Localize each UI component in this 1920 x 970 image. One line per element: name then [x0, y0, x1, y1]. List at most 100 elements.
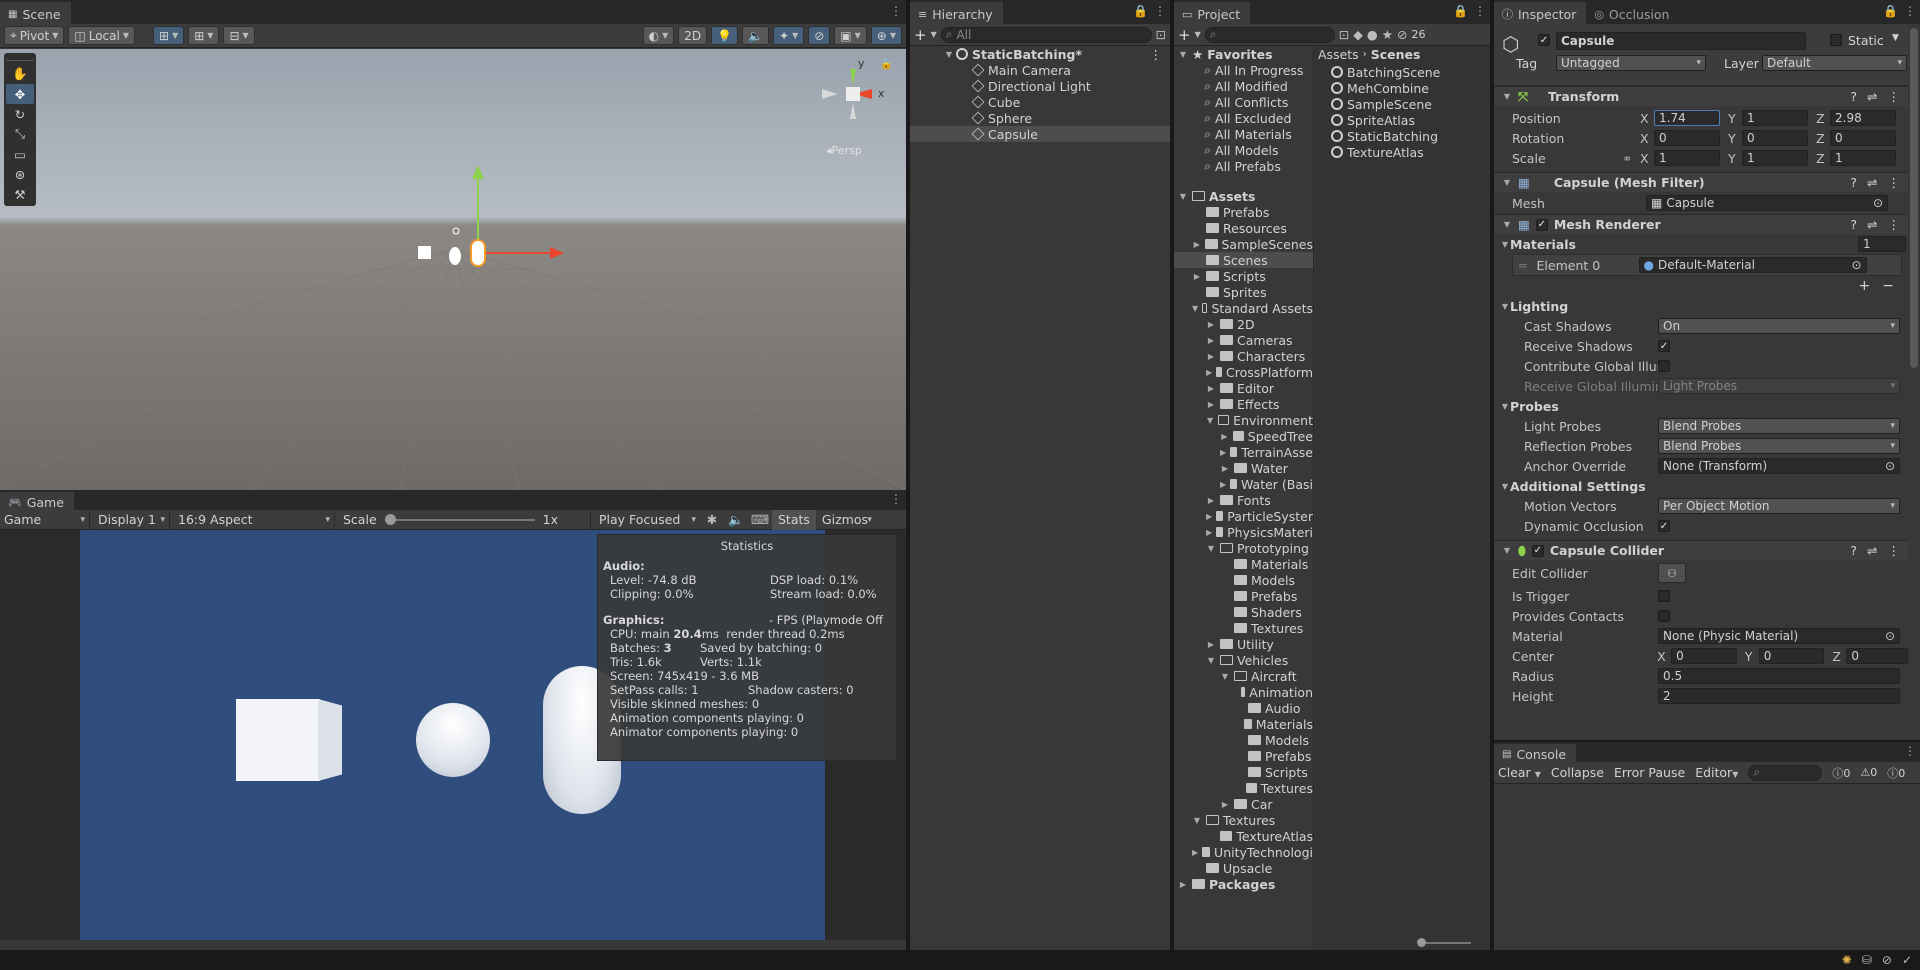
assets-root[interactable]: ▼ Assets [1174, 188, 1313, 204]
project-folder-item[interactable]: Prefabs [1174, 204, 1313, 220]
scale-slider[interactable] [384, 513, 535, 525]
toggle-2d[interactable]: 2D [678, 26, 708, 45]
materials-count-field[interactable]: 1 [1858, 236, 1906, 252]
project-folder-item[interactable]: ▶ ParticleSyster [1174, 508, 1313, 524]
search-by-type-icon[interactable]: ⊡ [1339, 27, 1349, 42]
error-count[interactable]: ⓘ0 [1887, 765, 1905, 781]
expand-arrow-icon[interactable]: ▶ [1220, 448, 1226, 457]
console-search-input[interactable]: ⌕ [1748, 764, 1823, 781]
project-folder-item[interactable]: ▶ Utility [1174, 636, 1313, 652]
collapse-arrow-icon[interactable]: ▼ [1502, 546, 1512, 555]
position-x-input[interactable]: 1.74 [1654, 110, 1720, 126]
rect-tool-icon[interactable]: ▭ [6, 144, 34, 164]
expand-arrow-icon[interactable]: ▶ [1206, 400, 1216, 409]
project-folder-item[interactable]: Textures [1174, 620, 1313, 636]
scale-x-input[interactable]: 1 [1654, 150, 1720, 166]
project-folder-item[interactable]: TextureAtlas [1174, 828, 1313, 844]
scene-root[interactable]: ▼ StaticBatching* ⋮ [910, 46, 1170, 62]
project-folder-item[interactable]: ▶ Characters [1174, 348, 1313, 364]
hidden-packages-icon[interactable]: ⊘ [1397, 27, 1407, 42]
more-menu-icon[interactable]: ⋮ [1888, 543, 1901, 558]
object-picker-icon[interactable]: ⊙ [1885, 459, 1895, 473]
favorite-item[interactable]: ⌕ All Models [1174, 142, 1313, 158]
expand-arrow-icon[interactable]: ▼ [1178, 50, 1188, 59]
hierarchy-search-input[interactable]: ⌕ All [940, 26, 1152, 43]
lock-icon[interactable]: 🔒 [1883, 4, 1898, 18]
project-folder-item[interactable]: ▶ SpeedTree [1174, 428, 1313, 444]
lock-icon[interactable]: 🔒 [880, 59, 892, 70]
rotation-x-input[interactable]: 0 [1654, 130, 1720, 146]
project-folder-item[interactable]: ▼ Aircraft [1174, 668, 1313, 684]
help-icon[interactable]: ? [1850, 175, 1857, 190]
hierarchy-item[interactable]: Cube [910, 94, 1170, 110]
more-menu-icon[interactable]: ⋮ [890, 4, 902, 18]
error-pause-button[interactable]: Error Pause [1614, 765, 1685, 780]
motion-vectors-dropdown[interactable]: Per Object Motion [1658, 498, 1900, 514]
expand-arrow-icon[interactable]: ▶ [1220, 432, 1229, 441]
position-z-input[interactable]: 2.98 [1830, 110, 1896, 126]
project-folder-item[interactable]: Materials [1174, 556, 1313, 572]
hierarchy-item-selected[interactable]: Capsule [910, 126, 1170, 142]
help-icon[interactable]: ? [1850, 543, 1857, 558]
center-z-input[interactable]: 0 [1846, 648, 1908, 664]
tab-occlusion[interactable]: ◎ Occlusion [1586, 2, 1680, 24]
cache-server-icon[interactable]: ⛁ [1862, 953, 1872, 967]
static-checkbox[interactable] [1830, 34, 1842, 46]
physic-material-field[interactable]: None (Physic Material) ⊙ [1658, 628, 1900, 644]
thumbnail-size-slider[interactable] [1417, 938, 1471, 947]
help-icon[interactable]: ? [1850, 217, 1857, 232]
project-folder-item[interactable]: ▶ TerrainAsse [1174, 444, 1313, 460]
project-search-input[interactable]: ⌕ [1204, 26, 1335, 43]
preset-icon[interactable]: ⇌ [1867, 217, 1877, 232]
project-folder-item[interactable]: ▶ Car [1174, 796, 1313, 812]
project-folder-item[interactable]: ▼ Environment [1174, 412, 1313, 428]
project-folder-item[interactable]: Shaders [1174, 604, 1313, 620]
expand-arrow-icon[interactable]: ▶ [1206, 528, 1212, 537]
favorite-item[interactable]: ⌕ All Prefabs [1174, 158, 1313, 174]
more-menu-icon[interactable]: ⋮ [1150, 47, 1163, 62]
project-folder-item[interactable]: ▶ Scripts [1174, 268, 1313, 284]
expand-arrow-icon[interactable]: ▶ [1192, 272, 1202, 281]
favorite-item[interactable]: ⌕ All Conflicts [1174, 94, 1313, 110]
height-input[interactable]: 2 [1658, 688, 1900, 704]
preset-icon[interactable]: ⇌ [1867, 175, 1877, 190]
expand-arrow-icon[interactable]: ▶ [1206, 368, 1212, 377]
project-folder-item[interactable]: ▼ Standard Assets [1174, 300, 1313, 316]
effects-toggle[interactable]: ✦ ▼ [773, 26, 805, 45]
project-folder-item[interactable]: Audio [1174, 700, 1313, 716]
project-folder-item[interactable]: Prefabs [1174, 748, 1313, 764]
chevron-down-icon[interactable]: ▼ [1535, 770, 1541, 779]
project-folder-item[interactable]: Prefabs [1174, 588, 1313, 604]
scene-file-item[interactable]: MehCombine [1315, 80, 1490, 96]
anchor-override-field[interactable]: None (Transform) ⊙ [1658, 458, 1900, 474]
scene-file-item[interactable]: SampleScene [1315, 96, 1490, 112]
hierarchy-item[interactable]: Main Camera [910, 62, 1170, 78]
object-picker-icon[interactable]: ⊙ [1885, 629, 1895, 643]
more-menu-icon[interactable]: ⋮ [1154, 4, 1166, 18]
search-by-label-icon[interactable]: ◆ [1353, 27, 1363, 42]
project-folder-item[interactable]: Resources [1174, 220, 1313, 236]
project-folder-item[interactable]: ▶ CrossPlatform [1174, 364, 1313, 380]
search-by-importlog-icon[interactable]: ● [1367, 27, 1378, 42]
project-folder-item[interactable]: Upsacle [1174, 860, 1313, 876]
project-folder-item[interactable]: ▶ SampleScenes [1174, 236, 1313, 252]
object-name-input[interactable]: Capsule [1556, 32, 1806, 50]
scene-viewport[interactable]: y x 🔒 ◂Persp ✋ ✥ ↻ ⤡ ▭ ⊛ ⚒ [0, 49, 906, 490]
lock-icon[interactable]: 🔒 [1453, 4, 1468, 18]
mesh-filter-header[interactable]: ▼ ▦ Capsule (Mesh Filter)? ⇌ ⋮ [1494, 172, 1908, 192]
collapse-arrow-icon[interactable]: ▼ [1502, 220, 1512, 229]
more-menu-icon[interactable]: ⋮ [890, 492, 902, 506]
editor-dropdown[interactable]: Editor▼ [1695, 765, 1738, 780]
expand-arrow-icon[interactable]: ▶ [1192, 848, 1198, 857]
bug-icon[interactable]: ✱ [700, 512, 724, 527]
palette-handle[interactable] [6, 55, 34, 61]
expand-arrow-icon[interactable]: ▶ [1178, 880, 1188, 889]
keyboard-icon[interactable]: ⌨ [748, 512, 772, 527]
gizmos-dropdown[interactable]: Gizmos [816, 510, 876, 530]
camera-dropdown[interactable]: ▣ ▼ [834, 26, 867, 45]
material-element-field[interactable]: ● Default-Material ⊙ [1638, 257, 1867, 273]
probes-section[interactable]: Probes [1510, 399, 1559, 414]
expand-arrow-icon[interactable]: ▶ [1192, 240, 1201, 249]
favorite-item[interactable]: ⌕ All Excluded [1174, 110, 1313, 126]
project-folder-item[interactable]: Models [1174, 732, 1313, 748]
